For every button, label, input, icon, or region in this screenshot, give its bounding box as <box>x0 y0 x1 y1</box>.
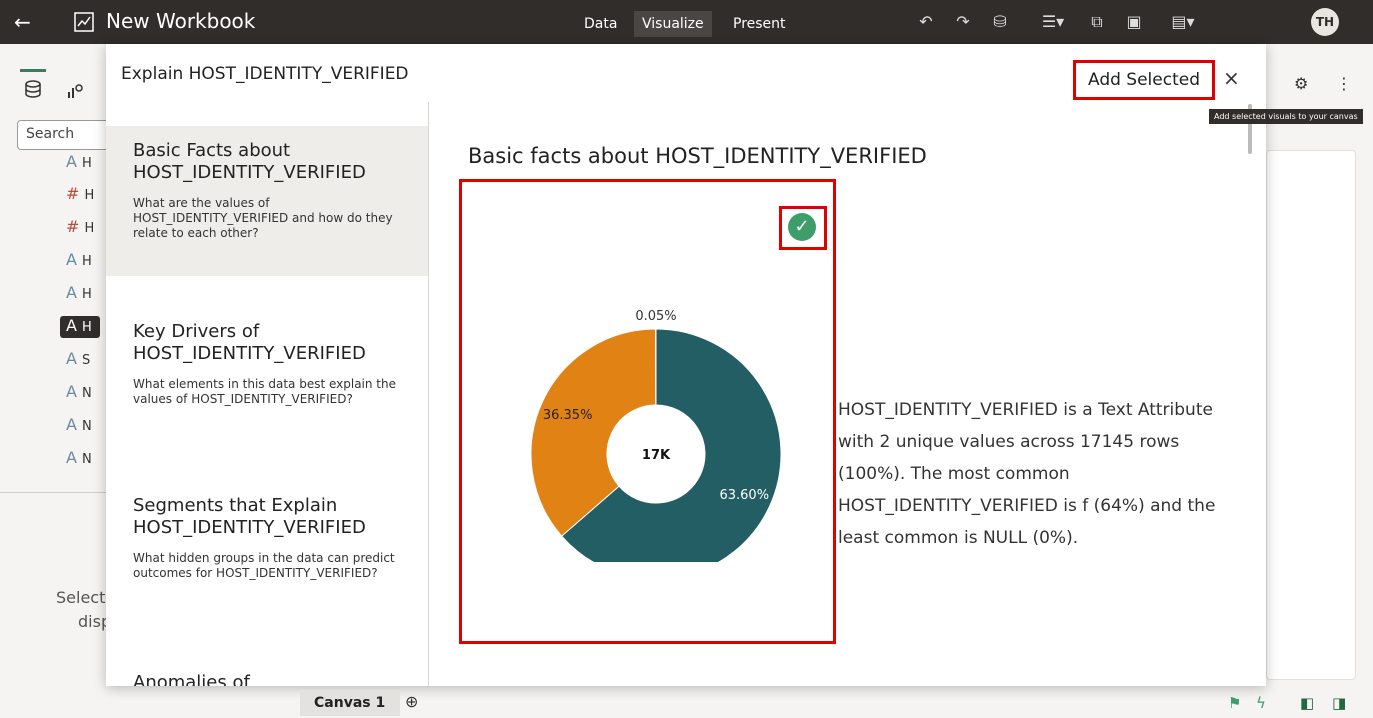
nav-item-description: What elements in this data best explain … <box>133 377 396 406</box>
section-title: Basic facts about HOST_IDENTITY_VERIFIED <box>468 144 927 168</box>
canvas-card <box>1266 150 1356 680</box>
nav-item-heading: Anomalies of HOST_IDENTITY_VERIFIED <box>133 672 250 686</box>
data-element[interactable]: A H <box>66 152 109 176</box>
more-options-icon[interactable]: ⋮ <box>1336 74 1354 93</box>
top-bar: ← New Workbook Data Visualize Present ↶ … <box>0 0 1373 44</box>
data-element-selected[interactable]: A H <box>60 316 100 338</box>
tooltip: Add selected visuals to your canvas <box>1209 109 1363 124</box>
data-element[interactable]: # H <box>66 184 109 208</box>
slice-label: 0.05% <box>635 309 676 324</box>
data-element[interactable]: A N <box>66 382 106 404</box>
nav-item-description: What hidden groups in the data can predi… <box>133 551 395 580</box>
save-menu-icon[interactable]: ▤▾ <box>1165 12 1201 32</box>
undo-icon[interactable]: ↶ <box>916 12 936 32</box>
nav-item-heading: Segments that Explain HOST_IDENTITY_VERI… <box>133 495 366 538</box>
visualizations-icon[interactable] <box>66 82 84 100</box>
database-icon[interactable] <box>24 80 42 98</box>
explain-content: Basic facts about HOST_IDENTITY_VERIFIED… <box>429 102 1266 686</box>
data-element[interactable]: # H <box>66 217 109 241</box>
tab-visualize[interactable]: Visualize <box>634 11 712 37</box>
nav-item-basic-facts[interactable]: Basic Facts about HOST_IDENTITY_VERIFIED… <box>106 126 428 276</box>
tab-data[interactable]: Data <box>576 14 625 40</box>
data-element[interactable]: A S <box>66 349 106 371</box>
add-canvas-icon[interactable]: ⊕ <box>405 692 418 711</box>
properties-icon[interactable]: ⚙ <box>1294 74 1312 93</box>
nav-item-heading: Basic Facts about HOST_IDENTITY_VERIFIED <box>133 140 366 183</box>
right-panel: ⚙ ⋮ <box>1266 44 1373 718</box>
user-avatar[interactable]: TH <box>1311 8 1339 36</box>
workbook-icon <box>74 12 94 32</box>
explain-nav: Basic Facts about HOST_IDENTITY_VERIFIED… <box>106 102 429 686</box>
nav-item-heading: Key Drivers of HOST_IDENTITY_VERIFIED <box>133 321 366 364</box>
donut-chart: 63.60% 36.35% 0.05% 17K <box>530 309 782 562</box>
nav-item-segments[interactable]: Segments that Explain HOST_IDENTITY_VERI… <box>106 481 428 631</box>
tab-present[interactable]: Present <box>725 14 794 40</box>
bottom-bar <box>0 686 1373 718</box>
slice-label: 36.35% <box>543 408 593 423</box>
workbook-title: New Workbook <box>106 9 256 33</box>
right-panel-toggle-icon[interactable]: ◨ <box>1332 694 1346 712</box>
data-element[interactable]: A N <box>66 415 106 437</box>
refresh-data-icon[interactable]: ⛁ <box>990 12 1010 32</box>
add-selected-button[interactable]: Add Selected <box>1073 60 1215 100</box>
check-icon[interactable]: ✓ <box>788 213 816 241</box>
chart-description: HOST_IDENTITY_VERIFIED is a Text Attribu… <box>838 400 1216 548</box>
canvas-tab[interactable]: Canvas 1 <box>300 690 400 716</box>
slice-label: 63.60% <box>719 488 769 503</box>
dialog-title: Explain HOST_IDENTITY_VERIFIED <box>121 64 409 84</box>
data-element[interactable]: A N <box>66 448 106 470</box>
panel-divider <box>0 492 108 493</box>
search-input[interactable]: Search <box>17 120 117 150</box>
data-element[interactable]: A H <box>66 250 109 274</box>
nav-item-description: What are the values of HOST_IDENTITY_VER… <box>133 196 393 240</box>
active-panel-indicator <box>20 69 46 72</box>
lightning-icon[interactable]: ϟ <box>1256 694 1266 712</box>
filter-icon[interactable]: ⚑ <box>1228 694 1241 712</box>
data-element[interactable]: A H <box>66 283 106 305</box>
redo-icon[interactable]: ↷ <box>953 12 973 32</box>
explain-dialog: Explain HOST_IDENTITY_VERIFIED Add Selec… <box>106 44 1266 686</box>
select-hint-line: Select <box>56 588 106 607</box>
nav-item-anomalies[interactable]: Anomalies of HOST_IDENTITY_VERIFIED <box>106 658 428 686</box>
donut-center-label: 17K <box>642 448 671 463</box>
nav-item-key-drivers[interactable]: Key Drivers of HOST_IDENTITY_VERIFIED Wh… <box>106 307 428 457</box>
left-panel-toggle-icon[interactable]: ◧ <box>1300 694 1314 712</box>
narrative-menu-icon[interactable]: ☰▾ <box>1033 12 1073 32</box>
select-hint: Select disp <box>56 586 111 634</box>
close-icon[interactable]: × <box>1223 66 1240 90</box>
select-hint-line: disp <box>78 612 112 631</box>
back-arrow-icon[interactable]: ← <box>14 10 31 34</box>
preview-icon[interactable]: ▣ <box>1124 12 1144 32</box>
auto-apply-icon[interactable]: ⧉ <box>1087 12 1107 32</box>
